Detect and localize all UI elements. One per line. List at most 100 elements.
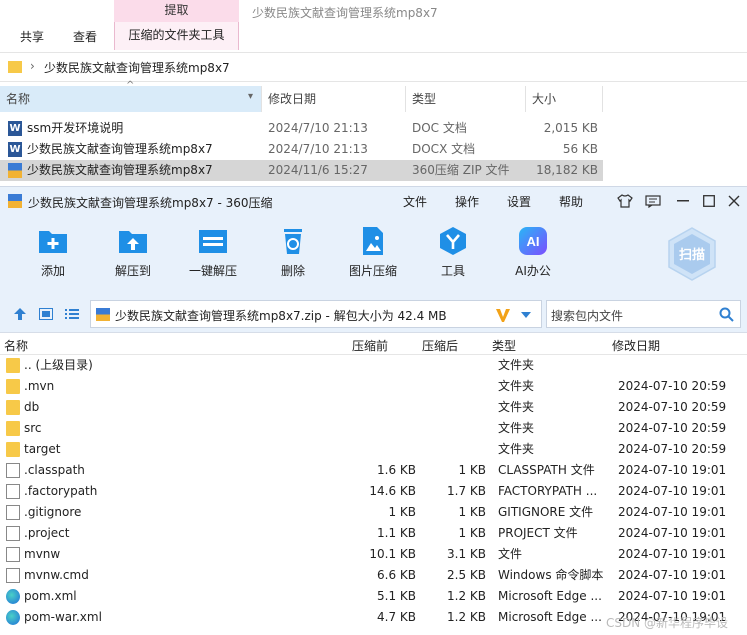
column-type[interactable]: 类型: [406, 86, 526, 112]
skin-shirt-icon[interactable]: [617, 194, 633, 208]
row-size-before: 5.1 KB: [377, 589, 416, 603]
table-row[interactable]: mvnw 10.1 KB 3.1 KB 文件 2024-07-10 19:01: [0, 544, 747, 565]
row-size-before: 1 KB: [388, 505, 416, 519]
thumbnail-view-icon[interactable]: [39, 308, 53, 320]
row-type: 文件夹: [498, 358, 535, 372]
tools-icon: [440, 227, 466, 255]
table-row[interactable]: db 文件夹 2024-07-10 20:59: [0, 397, 747, 418]
row-date: 2024-07-10 19:01: [618, 505, 727, 519]
row-size-after: 2.5 KB: [447, 568, 486, 582]
table-row[interactable]: .gitignore 1 KB 1 KB GITIGNORE 文件 2024-07-10…: [0, 502, 747, 523]
up-arrow-icon[interactable]: [13, 307, 27, 321]
add-button[interactable]: 添加: [18, 225, 88, 279]
row-type: Microsoft Edge ...: [498, 589, 602, 603]
row-size-after: 1.7 KB: [447, 484, 486, 498]
search-input[interactable]: 搜索包内文件: [546, 300, 741, 328]
minimize-icon[interactable]: [677, 200, 689, 202]
table-row[interactable]: .factorypath 14.6 KB 1.7 KB FACTORYPATH ...…: [0, 481, 747, 502]
table-row[interactable]: .mvn 文件夹 2024-07-10 20:59: [0, 376, 747, 397]
tab-share[interactable]: 共享: [20, 28, 44, 45]
image-compress-icon: [363, 227, 383, 255]
row-date: 2024-07-10 20:59: [618, 400, 727, 414]
table-row[interactable]: src 文件夹 2024-07-10 20:59: [0, 418, 747, 439]
ai-office-button[interactable]: AI AI办公: [498, 225, 568, 279]
column-after[interactable]: 压缩后: [422, 337, 458, 354]
list-view-icon[interactable]: [65, 308, 79, 320]
row-date: 2024-07-10 19:01: [618, 526, 727, 540]
file-icon: [6, 463, 20, 478]
row-date: 2024-07-10 19:01: [618, 484, 727, 498]
menu-help[interactable]: 帮助: [559, 193, 583, 210]
list-item[interactable]: W ssm开发环境说明 2024/7/10 21:13 DOC 文档 2,015…: [0, 118, 603, 139]
table-row[interactable]: .project 1.1 KB 1 KB PROJECT 文件 2024-07-10 1…: [0, 523, 747, 544]
v-logo-icon[interactable]: [495, 307, 511, 323]
feedback-icon[interactable]: [645, 195, 661, 208]
row-date: 2024-07-10 20:59: [618, 421, 727, 435]
extract-to-label: 解压到: [114, 264, 151, 278]
table-row[interactable]: target 文件夹 2024-07-10 20:59: [0, 439, 747, 460]
ai-badge-text: AI: [527, 234, 540, 249]
column-name[interactable]: 名称: [4, 337, 28, 354]
zip-address-bar: 少数民族文献查询管理系统mp8x7.zip - 解包大小为 42.4 MB 搜索…: [0, 295, 747, 333]
row-type: Windows 命令脚本: [498, 568, 604, 582]
column-type[interactable]: 类型: [492, 337, 516, 354]
menu-operation[interactable]: 操作: [455, 193, 479, 210]
row-size-after: 1 KB: [458, 526, 486, 540]
list-item[interactable]: W 少数民族文献查询管理系统mp8x7 2024/7/10 21:13 DOCX…: [0, 139, 603, 160]
zip-path-box[interactable]: 少数民族文献查询管理系统mp8x7.zip - 解包大小为 42.4 MB: [90, 300, 542, 328]
sort-ascending-icon: ^: [126, 80, 135, 91]
row-date: 2024-07-10 20:59: [618, 442, 727, 456]
tab-view[interactable]: 查看: [73, 28, 97, 45]
zip-icon: [8, 163, 22, 178]
row-name: .project: [24, 526, 70, 540]
row-size-after: 1 KB: [458, 463, 486, 477]
column-date[interactable]: 修改日期: [612, 337, 660, 354]
extract-to-button[interactable]: 解压到: [98, 225, 168, 279]
chevron-down-icon[interactable]: [521, 312, 531, 318]
scan-label: 扫描: [679, 247, 705, 263]
tools-label: 工具: [440, 264, 465, 278]
row-name: mvnw: [24, 547, 61, 561]
zip-window: 少数民族文献查询管理系统mp8x7 - 360压缩 文件 操作 设置 帮助 添加…: [0, 186, 747, 635]
edge-icon: [6, 610, 20, 625]
table-row[interactable]: pom.xml 5.1 KB 1.2 KB Microsoft Edge ... 202…: [0, 586, 747, 607]
table-row[interactable]: .classpath 1.6 KB 1 KB CLASSPATH 文件 2024-07-…: [0, 460, 747, 481]
list-item-selected[interactable]: 少数民族文献查询管理系统mp8x7 2024/11/6 15:27 360压缩 …: [0, 160, 603, 181]
chevron-right-icon[interactable]: ›: [30, 59, 35, 73]
delete-button[interactable]: 删除: [258, 225, 328, 279]
explorer-address-bar[interactable]: › 少数民族文献查询管理系统mp8x7: [0, 52, 747, 82]
row-name: .factorypath: [24, 484, 98, 498]
row-size-after: 1.2 KB: [447, 610, 486, 624]
tools-button[interactable]: 工具: [418, 225, 488, 279]
row-name: .. (上级目录): [24, 358, 93, 372]
row-type: 文件: [498, 547, 523, 561]
image-compress-button[interactable]: 图片压缩: [338, 225, 408, 279]
column-before[interactable]: 压缩前: [352, 337, 388, 354]
search-icon[interactable]: [719, 307, 734, 322]
row-size-before: 10.1 KB: [369, 547, 416, 561]
scan-button[interactable]: 扫描: [663, 225, 721, 283]
table-row[interactable]: mvnw.cmd 6.6 KB 2.5 KB Windows 命令脚本 2024-07-…: [0, 565, 747, 586]
file-icon: [6, 484, 20, 499]
close-icon[interactable]: [728, 195, 740, 207]
search-placeholder: 搜索包内文件: [551, 309, 624, 323]
row-type: Microsoft Edge ...: [498, 610, 602, 624]
table-row[interactable]: .. (上级目录) 文件夹: [0, 355, 747, 376]
chevron-down-icon[interactable]: ▾: [248, 91, 253, 102]
maximize-icon[interactable]: [703, 195, 715, 207]
one-click-extract-button[interactable]: 一键解压: [178, 225, 248, 279]
row-size-before: 4.7 KB: [377, 610, 416, 624]
row-type: PROJECT 文件: [498, 526, 578, 540]
file-date: 2024/11/6 15:27: [268, 163, 368, 177]
file-size: 56 KB: [562, 142, 598, 156]
column-size[interactable]: 大小: [526, 86, 603, 112]
word-icon: W: [8, 121, 22, 136]
tab-compressed-folder-tools[interactable]: 压缩的文件夹工具: [114, 22, 239, 50]
column-date[interactable]: 修改日期: [262, 86, 406, 112]
menu-file[interactable]: 文件: [403, 193, 427, 210]
app-zip-icon: [8, 194, 22, 208]
row-name: .gitignore: [24, 505, 82, 519]
file-size: 18,182 KB: [536, 163, 598, 177]
row-size-after: 1.2 KB: [447, 589, 486, 603]
menu-settings[interactable]: 设置: [507, 193, 531, 210]
